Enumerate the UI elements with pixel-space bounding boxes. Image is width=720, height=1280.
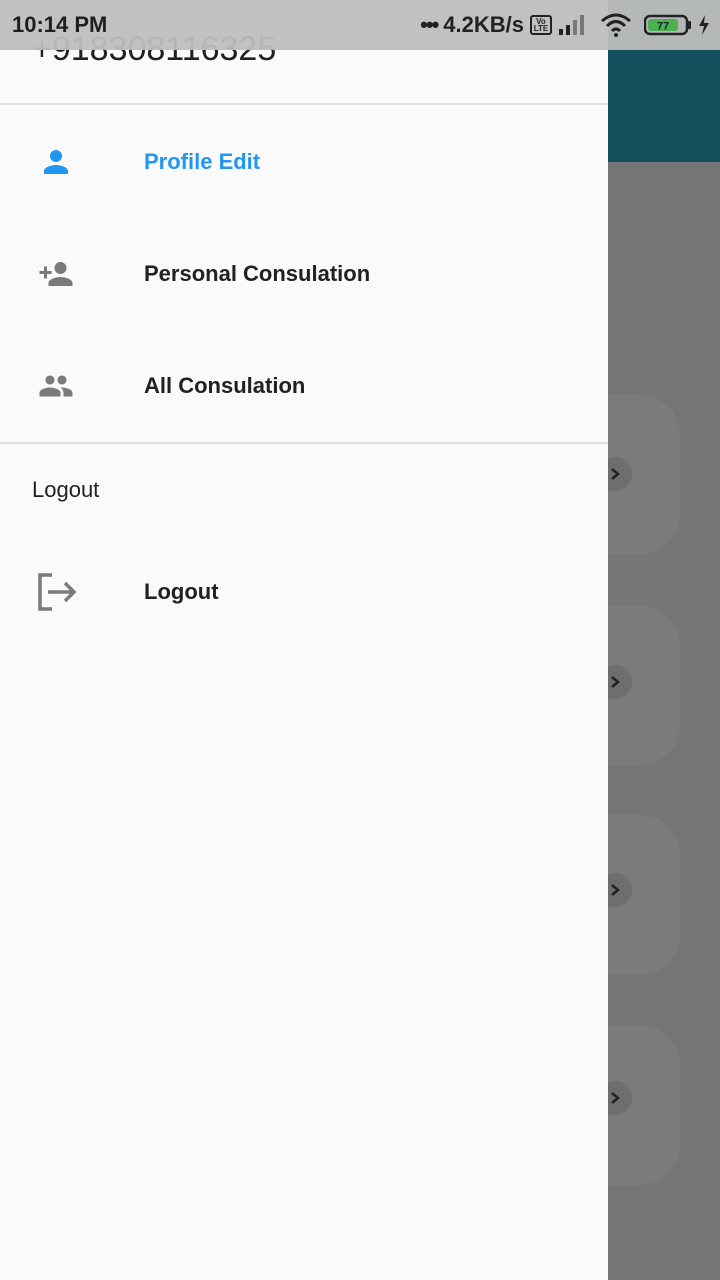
- people-icon: [32, 362, 80, 410]
- person-icon: [32, 138, 80, 186]
- menu-item-profile-edit[interactable]: Profile Edit: [0, 106, 608, 218]
- battery-icon: 77: [644, 14, 691, 36]
- volte-icon: Vo LTE: [530, 15, 552, 35]
- signal-icon: [559, 15, 584, 35]
- menu-item-all-consulation[interactable]: All Consulation: [0, 330, 608, 442]
- section-header-logout: Logout: [32, 477, 100, 502]
- svg-text:77: 77: [657, 21, 669, 33]
- wifi-icon: [601, 13, 631, 37]
- menu-item-logout[interactable]: Logout: [0, 536, 608, 648]
- navigation-drawer: +918308116325 Profile Edit Personal Cons…: [0, 0, 608, 1280]
- drawer-divider: [0, 442, 608, 444]
- logout-icon: [32, 568, 80, 616]
- network-speed: 4.2KB/s: [443, 12, 524, 37]
- menu-item-label: Logout: [144, 579, 219, 604]
- charging-icon: [699, 15, 709, 35]
- menu-item-label: All Consulation: [144, 373, 306, 398]
- screen: 10:14 PM ••• 4.2KB/s Vo LTE 77 Profile E…: [0, 0, 720, 1280]
- person-add-icon: [32, 250, 80, 298]
- menu-item-label: Personal Consulation: [144, 261, 371, 286]
- menu-item-personal-consulation[interactable]: Personal Consulation: [0, 218, 608, 330]
- network-activity-dots: •••: [420, 12, 439, 37]
- status-bar: 10:14 PM ••• 4.2KB/s Vo LTE 77: [0, 0, 720, 50]
- menu-item-label: Profile Edit: [144, 149, 261, 174]
- status-time: 10:14 PM: [12, 12, 108, 37]
- status-indicators: ••• 4.2KB/s Vo LTE 77: [420, 12, 710, 38]
